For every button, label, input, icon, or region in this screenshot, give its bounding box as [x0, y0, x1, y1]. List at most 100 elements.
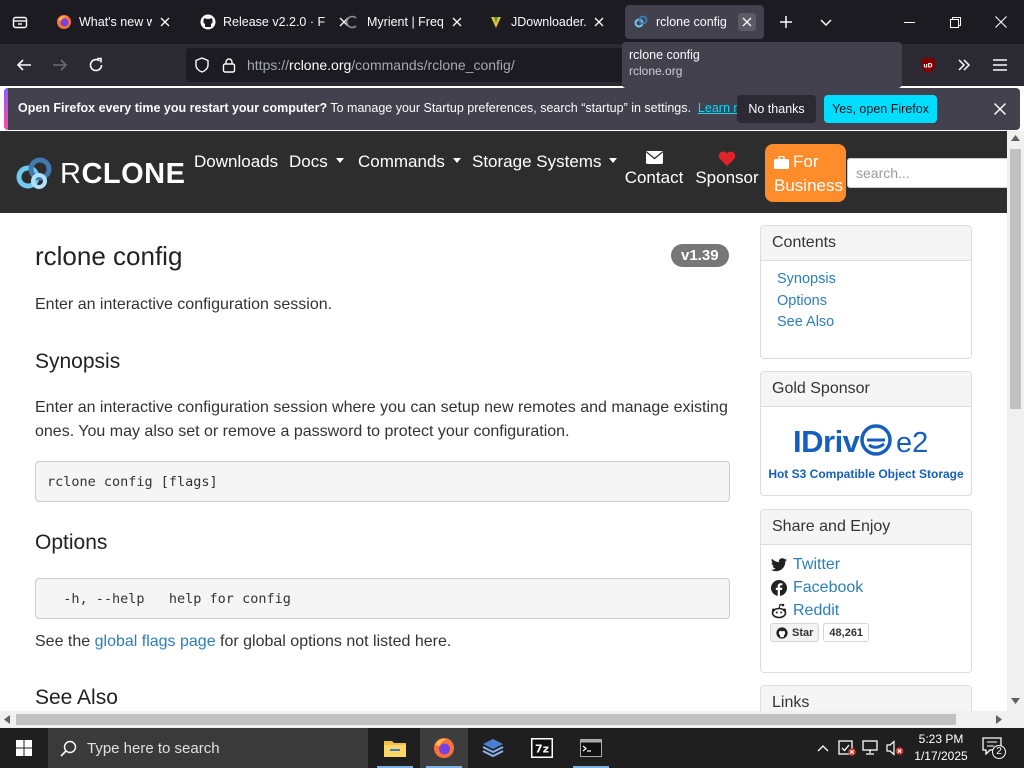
notification-text: To manage your Startup preferences, sear…	[327, 101, 691, 115]
toc-link-options[interactable]: Options	[777, 291, 971, 313]
minimize-button[interactable]	[886, 0, 932, 44]
address-bar[interactable]: https://rclone.org/commands/rclone_confi…	[186, 48, 626, 82]
tab-myrient[interactable]: Myrient | Freque	[336, 5, 474, 39]
github-icon	[776, 626, 788, 639]
version-badge: v1.39	[671, 244, 729, 267]
toc-link-synopsis[interactable]: Synopsis	[777, 269, 971, 291]
volume-tray-button[interactable]	[884, 728, 906, 768]
app-taskbar-button[interactable]	[469, 728, 517, 768]
yes-open-firefox-button[interactable]: Yes, open Firefox	[824, 95, 937, 123]
7zip-icon: 7z	[531, 738, 553, 758]
tab-whats-new[interactable]: What's new with Fi	[48, 5, 182, 39]
facebook-icon	[771, 579, 787, 596]
github-star-count[interactable]: 48,261	[823, 623, 870, 642]
github-star-button[interactable]: Star	[770, 623, 820, 642]
for-business-button[interactable]: For Business	[765, 144, 846, 202]
terminal-taskbar-button[interactable]	[567, 728, 615, 768]
clock-time: 5:23 PM	[918, 732, 964, 746]
close-tab-icon[interactable]	[156, 13, 174, 31]
notification-bold-text: Open Firefox every time you restart your…	[18, 101, 328, 115]
github-star-widget: Star 48,261	[770, 623, 971, 642]
global-flags-text-after: for global options not listed here.	[215, 633, 452, 650]
nav-contact[interactable]: Contact	[624, 151, 684, 188]
tab-jdownloader[interactable]: JDownloader.org	[480, 5, 616, 39]
close-icon	[994, 103, 1006, 115]
synopsis-heading: Synopsis	[35, 350, 121, 373]
loading-favicon-icon	[344, 14, 360, 30]
firefox-taskbar-button[interactable]	[420, 728, 468, 768]
overflow-menu-button[interactable]	[948, 49, 980, 81]
nav-downloads[interactable]: Downloads	[194, 152, 278, 172]
restore-button[interactable]	[932, 0, 978, 44]
show-hidden-icons-button[interactable]	[812, 728, 834, 768]
back-button[interactable]	[8, 49, 40, 81]
site-search-input[interactable]: search...	[847, 158, 1007, 188]
double-chevron-right-icon	[957, 58, 971, 72]
vertical-scrollbar[interactable]	[1007, 131, 1024, 711]
close-window-button[interactable]	[978, 0, 1024, 44]
tracking-protection-shield-icon[interactable]	[194, 57, 210, 73]
twitter-icon	[771, 557, 787, 573]
url-text: https://rclone.org/commands/rclone_confi…	[247, 57, 515, 73]
security-tray-button[interactable]	[836, 728, 858, 768]
links-panel: Links	[760, 685, 972, 711]
scroll-up-arrow-icon[interactable]	[1011, 135, 1020, 141]
close-tab-icon[interactable]	[590, 13, 608, 31]
folder-icon	[384, 739, 406, 757]
taskbar-search-box[interactable]: Type here to search	[48, 728, 368, 768]
tab-tooltip: rclone config rclone.org	[622, 42, 902, 88]
nav-docs[interactable]: Docs	[289, 152, 344, 172]
rclone-logo-icon	[16, 156, 54, 192]
horizontal-scroll-thumb[interactable]	[16, 714, 956, 725]
start-button[interactable]	[0, 728, 48, 768]
nav-commands-label: Commands	[358, 152, 445, 171]
share-reddit-link[interactable]: Reddit	[771, 599, 971, 622]
file-explorer-taskbar-button[interactable]	[371, 728, 419, 768]
action-center-button[interactable]: 2	[978, 728, 1010, 768]
site-navbar: RCLONE Downloads Docs Commands Storage S…	[0, 131, 1007, 213]
no-thanks-button[interactable]: No thanks	[737, 95, 816, 123]
nav-storage-systems[interactable]: Storage Systems	[472, 152, 618, 172]
tab-title: JDownloader.org	[511, 15, 586, 29]
horizontal-scrollbar[interactable]	[0, 711, 1024, 728]
page-viewport: RCLONE Downloads Docs Commands Storage S…	[0, 131, 1007, 711]
global-flags-link[interactable]: global flags page	[95, 633, 216, 650]
idrive-e2-sponsor-link[interactable]: IDriv e2 Hot S3 Compatible Object Storag…	[761, 407, 971, 495]
lock-icon[interactable]	[222, 57, 236, 73]
share-twitter-link[interactable]: Twitter	[771, 553, 971, 576]
vertical-scroll-thumb[interactable]	[1010, 149, 1021, 409]
synopsis-line-2: ones. You may also set or remove a passw…	[35, 423, 570, 440]
new-tab-button[interactable]	[770, 6, 802, 38]
chevron-up-icon	[817, 744, 829, 752]
nav-sponsor[interactable]: Sponsor	[695, 151, 759, 188]
rclone-logo[interactable]: RCLONE	[16, 156, 185, 192]
scroll-left-arrow-icon[interactable]	[4, 715, 10, 724]
usage-code-block: rclone config [flags]	[35, 461, 730, 502]
list-all-tabs-button[interactable]	[810, 6, 842, 38]
7zip-taskbar-button[interactable]: 7z	[518, 728, 566, 768]
tab-rclone-config[interactable]: rclone config	[625, 5, 764, 39]
scroll-right-arrow-icon[interactable]	[996, 715, 1002, 724]
contents-panel-title: Contents	[761, 226, 971, 261]
notifications-icon: 2	[982, 737, 1006, 759]
close-notification-button[interactable]	[988, 97, 1012, 121]
network-tray-button[interactable]	[860, 728, 882, 768]
tab-overview-button[interactable]	[4, 6, 36, 38]
app-menu-button[interactable]	[984, 49, 1016, 81]
taskbar-clock[interactable]: 5:23 PM 1/17/2025	[908, 731, 974, 765]
reload-button[interactable]	[80, 49, 112, 81]
toc-link-see-also[interactable]: See Also	[777, 312, 971, 334]
forward-button[interactable]	[44, 49, 76, 81]
network-icon	[862, 740, 880, 756]
close-tab-icon[interactable]	[738, 13, 756, 31]
clock-date: 1/17/2025	[914, 749, 968, 763]
business-label-line2: Business	[774, 176, 843, 195]
ublock-origin-extension-button[interactable]: uD	[912, 49, 944, 81]
nav-commands[interactable]: Commands	[358, 152, 461, 172]
search-icon	[60, 740, 77, 757]
rclone-logo-text: RCLONE	[60, 158, 185, 191]
scroll-down-arrow-icon[interactable]	[1011, 698, 1020, 704]
reddit-icon	[771, 603, 787, 619]
close-tab-icon[interactable]	[448, 13, 466, 31]
share-facebook-link[interactable]: Facebook	[771, 576, 971, 599]
